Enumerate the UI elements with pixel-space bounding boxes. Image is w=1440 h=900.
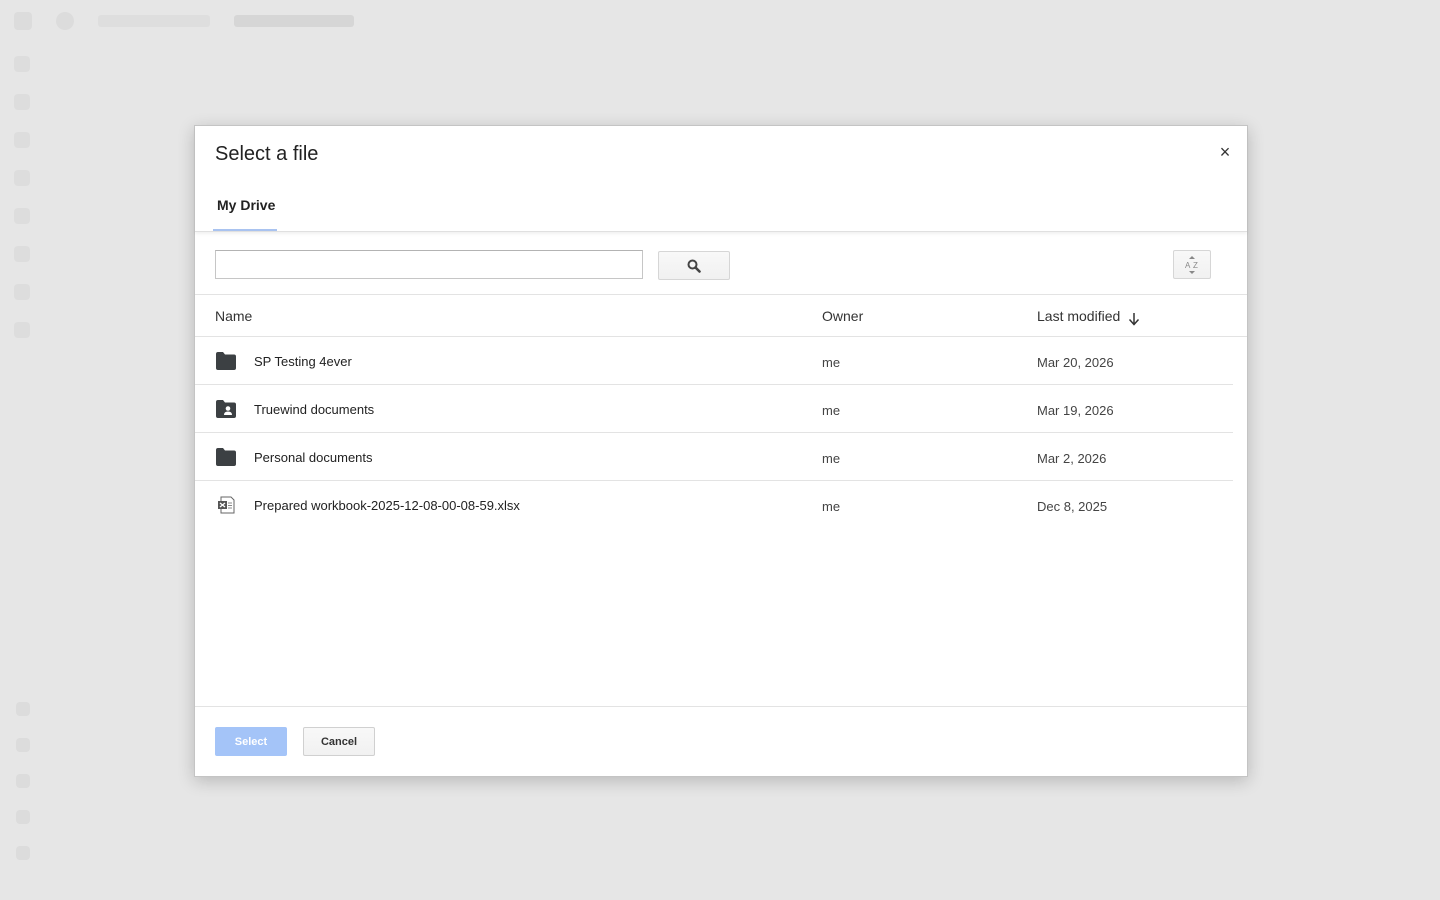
file-name: Truewind documents	[254, 402, 375, 417]
background-rail-icon	[16, 810, 30, 824]
file-owner: me	[822, 355, 841, 370]
svg-text:Z: Z	[1193, 261, 1198, 270]
dialog-footer: Select Cancel	[195, 706, 1247, 776]
file-owner: me	[822, 499, 841, 514]
file-list-header: Name Owner Last modified	[195, 296, 1247, 337]
column-header-owner[interactable]: Owner	[822, 308, 863, 324]
file-list: SP Testing 4ever me Mar 20, 2026 Truewin…	[195, 337, 1233, 529]
arrow-down-icon	[1129, 313, 1140, 326]
select-button[interactable]: Select	[215, 727, 287, 756]
column-header-last-modified-label: Last modified	[1037, 308, 1121, 324]
column-header-name[interactable]: Name	[215, 308, 252, 324]
file-modified-date: Dec 8, 2025	[1037, 499, 1108, 514]
file-owner: me	[822, 403, 841, 418]
file-modified-date: Mar 2, 2026	[1037, 451, 1107, 466]
background-rail-icon	[16, 774, 30, 788]
file-row[interactable]: Prepared workbook-2025-12-08-00-08-59.xl…	[195, 481, 1233, 529]
search-icon	[687, 259, 701, 273]
background-rail-icon	[14, 322, 30, 338]
dialog-header: Select a file × My Drive	[195, 126, 1247, 232]
background-left-rail	[14, 56, 36, 338]
background-rail-icon	[16, 702, 30, 716]
shared-folder-icon	[216, 400, 236, 418]
column-header-last-modified[interactable]: Last modified	[1037, 308, 1140, 326]
sort-button[interactable]: A Z	[1173, 250, 1211, 279]
background-rail-icon	[14, 208, 30, 224]
file-row[interactable]: SP Testing 4ever me Mar 20, 2026	[195, 337, 1233, 385]
background-menu-icon	[14, 12, 32, 30]
tab-label: My Drive	[217, 197, 276, 213]
file-modified-date: Mar 19, 2026	[1037, 403, 1114, 418]
folder-icon	[216, 352, 236, 370]
folder-icon	[216, 448, 236, 466]
tab-my-drive[interactable]: My Drive	[213, 188, 277, 231]
background-left-rail-bottom	[16, 702, 34, 860]
search-button[interactable]	[658, 251, 730, 280]
svg-text:A: A	[1185, 261, 1191, 270]
close-button[interactable]: ×	[1217, 142, 1233, 162]
close-icon: ×	[1219, 142, 1231, 162]
file-row[interactable]: Truewind documents me Mar 19, 2026	[195, 385, 1233, 433]
file-owner: me	[822, 451, 841, 466]
background-rail-icon	[16, 738, 30, 752]
toolbar: A Z	[195, 233, 1247, 295]
background-rail-icon	[14, 170, 30, 186]
cancel-button[interactable]: Cancel	[303, 727, 375, 756]
background-breadcrumb	[98, 15, 210, 27]
file-name: Personal documents	[254, 450, 373, 465]
file-row[interactable]: Personal documents me Mar 2, 2026	[195, 433, 1233, 481]
file-name: Prepared workbook-2025-12-08-00-08-59.xl…	[254, 498, 520, 513]
search-input[interactable]	[215, 250, 643, 279]
background-rail-icon	[14, 284, 30, 300]
background-back-icon	[56, 12, 74, 30]
background-rail-icon	[14, 132, 30, 148]
background-rail-icon	[14, 56, 30, 72]
background-breadcrumb-current	[234, 15, 354, 27]
file-picker-dialog: Select a file × My Drive A Z Name Owner	[194, 125, 1248, 777]
file-modified-date: Mar 20, 2026	[1037, 355, 1114, 370]
background-rail-icon	[14, 94, 30, 110]
background-rail-icon	[14, 246, 30, 262]
dialog-title: Select a file	[215, 143, 319, 165]
background-rail-icon	[16, 846, 30, 860]
sort-az-icon: A Z	[1185, 255, 1198, 274]
excel-file-icon	[218, 496, 235, 514]
background-topbar	[0, 0, 1440, 42]
file-name: SP Testing 4ever	[254, 354, 352, 369]
